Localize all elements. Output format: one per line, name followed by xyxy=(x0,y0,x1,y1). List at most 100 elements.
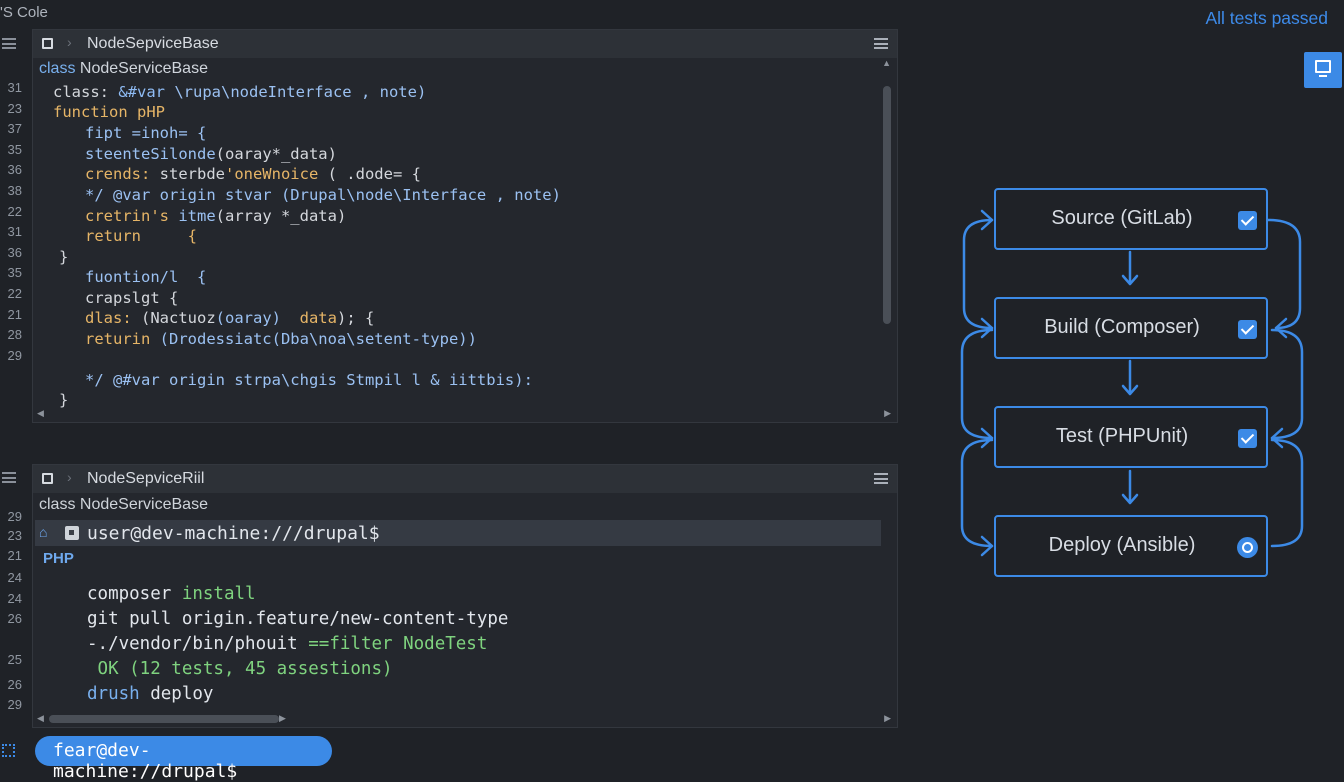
terminal-file-icon xyxy=(42,473,53,484)
status-prompt-pill[interactable]: fear@dev-machine://drupal$ xyxy=(35,736,332,782)
pipeline-stage[interactable]: Build (Composer) xyxy=(994,297,1268,359)
code-line: class: &#var \rupa\nodeInterface , note) xyxy=(53,82,426,102)
scroll-right-icon[interactable]: ▶ xyxy=(884,713,891,724)
line-number: 28 xyxy=(7,327,22,343)
terminal-line: OK (12 tests, 45 assestions) xyxy=(87,658,393,680)
scroll-right-icon[interactable]: ▶ xyxy=(884,408,891,419)
code-token: } xyxy=(59,391,69,409)
terminal-token: OK (12 tests, 45 assestions) xyxy=(87,659,393,679)
code-line: crends: sterbde'oneWnoice ( .dode= { xyxy=(85,164,421,184)
code-token: class: xyxy=(53,83,119,101)
code-token: crends: xyxy=(85,165,160,183)
terminal-pane: › NodeSepviceRiil class NodeServiceBase … xyxy=(32,464,898,728)
code-token: (Nactuoz xyxy=(141,309,216,327)
scroll-up-icon[interactable]: ▲ xyxy=(882,58,891,68)
stage-label: Test (PHPUnit) xyxy=(1055,425,1189,447)
terminal-token: drush xyxy=(87,684,151,704)
code-token: (oaray) xyxy=(215,309,291,327)
line-number: 24 xyxy=(7,570,22,585)
scroll-right-icon[interactable]: ▶ xyxy=(279,713,286,724)
scroll-left-icon[interactable]: ◀ xyxy=(37,408,44,419)
code-token: ); { xyxy=(336,309,375,327)
code-token: (Drupal\node\Interface , note) xyxy=(280,186,561,204)
pipeline-stage[interactable]: Test (PHPUnit) xyxy=(994,406,1268,468)
editor-vertical-scrollbar[interactable] xyxy=(883,86,891,324)
line-number: 25 xyxy=(7,652,22,667)
code-token: steenteSilonde xyxy=(85,145,216,163)
terminal-tab[interactable]: › NodeSepviceRiil xyxy=(33,465,897,493)
terminal-prompt: user@dev-machine:///drupal$ xyxy=(87,523,380,544)
terminal-icon xyxy=(65,526,79,540)
chevron-right-icon: › xyxy=(67,469,72,485)
code-token: } xyxy=(59,248,69,266)
line-number: 26 xyxy=(7,611,22,626)
code-line: } xyxy=(59,390,68,410)
tab-menu-icon[interactable] xyxy=(874,38,888,49)
code-token: */ @#var origin strpa\chgis Stmpil l & i… xyxy=(85,371,533,389)
terminal-token: deploy xyxy=(150,684,214,704)
code-token: fuontion/l { xyxy=(85,268,207,286)
language-label: PHP xyxy=(43,550,74,567)
code-token: (oaray*_data) xyxy=(215,145,337,163)
menu-icon[interactable] xyxy=(2,38,16,49)
code-line: crapslgt { xyxy=(85,288,178,308)
line-number: 22 xyxy=(7,203,22,219)
line-number: 31 xyxy=(7,80,22,95)
code-token: ( .dode= { xyxy=(327,165,421,183)
code-line: dlas: (Nactuoz(oaray) data); { xyxy=(85,308,374,328)
line-number: 23 xyxy=(7,528,22,543)
lock-icon: ⌂ xyxy=(39,524,48,540)
tab-menu-icon[interactable] xyxy=(874,473,888,484)
terminal-token: -./vendor/bin/phouit xyxy=(87,634,309,654)
status-icon[interactable] xyxy=(2,744,15,757)
tests-status-label[interactable]: All tests passed xyxy=(1205,8,1328,29)
terminal-tab-title: NodeSepviceRiil xyxy=(87,470,205,487)
code-line: returin (Drodessiatc(Dba\noa\setent-type… xyxy=(85,329,477,349)
code-line: cretrin's itme(array *_data) xyxy=(85,206,346,226)
line-number: 29 xyxy=(7,347,22,363)
code-line: return { xyxy=(85,226,197,246)
chevron-right-icon: › xyxy=(67,34,72,50)
line-number: 35 xyxy=(7,141,22,157)
code-token: function pHP xyxy=(53,103,165,121)
terminal-horizontal-scrollbar[interactable] xyxy=(49,715,279,723)
terminal-token: git pull origin.feature/new-content-type xyxy=(87,609,509,629)
code-token: &#var xyxy=(118,83,175,101)
code-line: */ @var origin stvar (Drupal\node\Interf… xyxy=(85,185,561,205)
stage-label: Source (GitLab) xyxy=(1051,207,1193,229)
line-number: 26 xyxy=(7,677,22,692)
scroll-left-icon[interactable]: ◀ xyxy=(37,713,44,724)
code-token: crapslgt { xyxy=(85,289,179,307)
terminal-line: drush deploy xyxy=(87,683,213,705)
code-token: sterbde xyxy=(159,165,225,183)
code-token: returin xyxy=(85,330,160,348)
code-token: (array *_data) xyxy=(215,207,347,225)
class-keyword: class xyxy=(39,60,76,77)
editor-tab[interactable]: › NodeSepviceBase xyxy=(33,30,897,58)
status-prompt: fear@dev-machine://drupal$ xyxy=(53,740,238,782)
line-number: 35 xyxy=(7,265,22,281)
code-token: return { xyxy=(85,227,197,245)
code-token: (Drodessiatc(Dba\noa\setent-type)) xyxy=(159,330,477,348)
terminal-prompt-row[interactable]: ⌂ user@dev-machine:///drupal$ xyxy=(35,520,881,546)
code-token: fipt =inoh= { xyxy=(85,124,207,142)
menu-icon[interactable] xyxy=(2,472,16,483)
terminal-line: git pull origin.feature/new-content-type xyxy=(87,608,508,630)
check-icon xyxy=(1238,211,1257,230)
preview-button[interactable] xyxy=(1304,52,1342,88)
monitor-icon xyxy=(1315,60,1331,73)
code-token: data xyxy=(290,309,337,327)
code-token: itme xyxy=(178,207,216,225)
line-number: 29 xyxy=(7,509,22,524)
line-number: 21 xyxy=(7,306,22,322)
terminal-line: -./vendor/bin/phouit ==filter NodeTest xyxy=(87,633,487,655)
line-number: 36 xyxy=(7,162,22,178)
terminal-token: composer xyxy=(87,584,182,604)
line-number: 29 xyxy=(7,697,22,712)
code-line: function pHP xyxy=(53,102,165,122)
class-name: NodeServiceBase xyxy=(79,60,208,77)
code-token: 'oneWnoice xyxy=(224,165,328,183)
pipeline-stage[interactable]: Source (GitLab) xyxy=(994,188,1268,250)
code-line: } xyxy=(59,247,68,267)
pipeline-stage[interactable]: Deploy (Ansible) xyxy=(994,515,1268,577)
